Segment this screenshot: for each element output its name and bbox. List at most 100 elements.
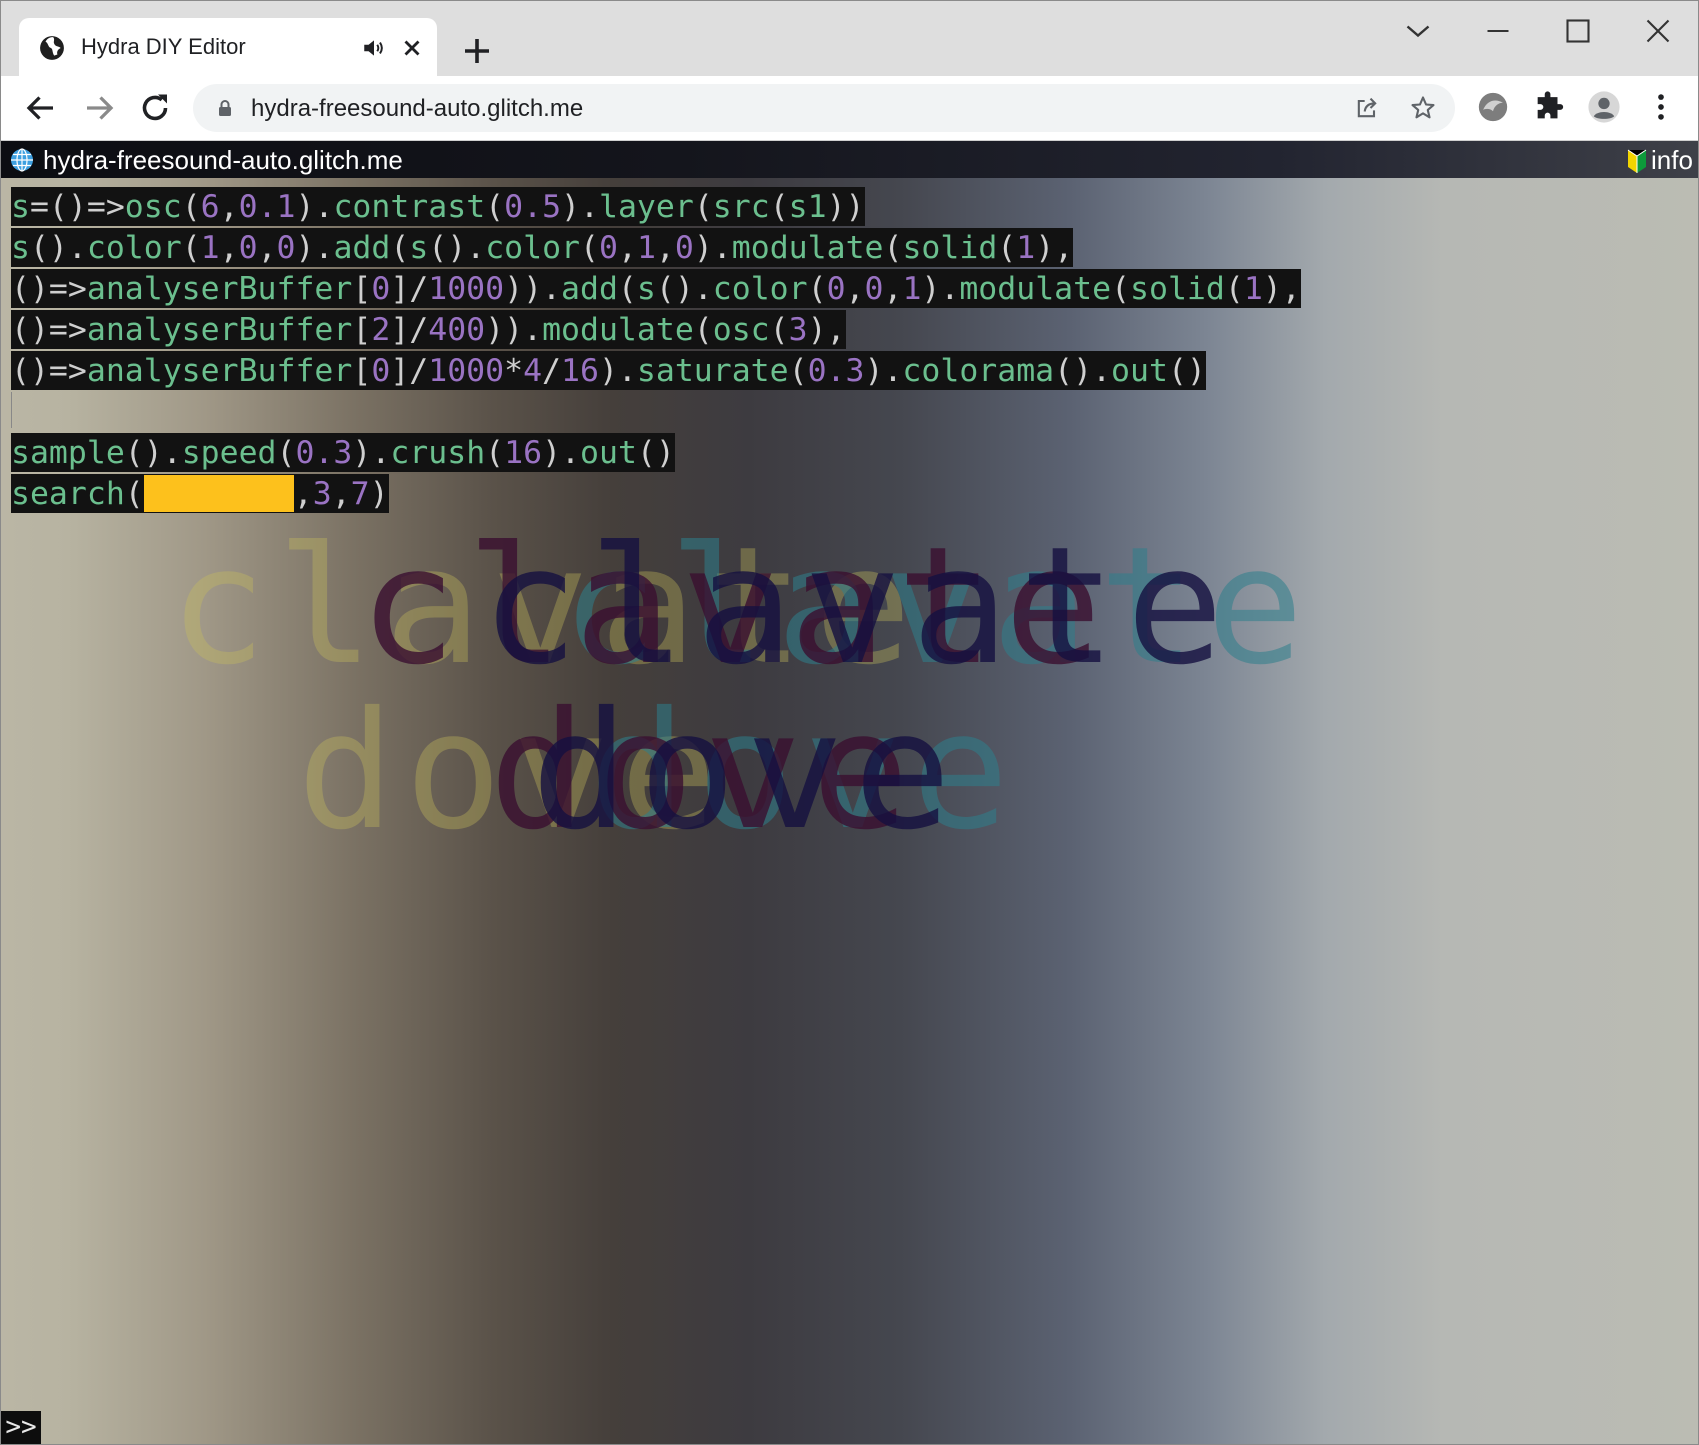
code-token: (	[788, 353, 808, 389]
tab-title: Hydra DIY Editor	[81, 34, 246, 59]
code-token: s1	[788, 189, 827, 225]
code-token: ),	[807, 312, 846, 348]
code-token: 3	[788, 312, 808, 348]
extensions-icon[interactable]	[1532, 90, 1566, 124]
code-token: (	[807, 271, 827, 307]
code-token: 1000	[428, 353, 505, 389]
code-token: *	[504, 353, 524, 389]
info-link[interactable]: info	[1651, 145, 1693, 176]
hydra-canvas[interactable]: hydra-freesound-auto.glitch.me info clav…	[1, 141, 1698, 1444]
code-token: (	[769, 312, 789, 348]
code-line[interactable]: ()=>analyserBuffer[2]/400)).modulate(osc…	[11, 310, 1301, 351]
site-header: hydra-freesound-auto.glitch.me info	[1, 141, 1698, 178]
code-token: ).	[864, 353, 903, 389]
code-token: add	[561, 271, 618, 307]
code-token: layer	[598, 189, 694, 225]
code-token: 1	[1243, 271, 1263, 307]
close-icon[interactable]	[399, 35, 425, 61]
code-token: 0	[674, 230, 694, 266]
code-line[interactable]: ()=>analyserBuffer[0]/1000)).add(s().col…	[11, 269, 1301, 310]
code-token: ),	[1262, 271, 1301, 307]
code-token: modulate	[959, 271, 1112, 307]
code-token: s	[11, 189, 30, 225]
code-token: ).	[598, 353, 637, 389]
code-token: 2	[371, 312, 391, 348]
url-text: hydra-freesound-auto.glitch.me	[251, 95, 584, 122]
code-token: ()=>	[11, 353, 87, 389]
code-token: (	[276, 435, 296, 471]
code-token: 0.1	[238, 189, 296, 225]
code-token: add	[333, 230, 391, 266]
code-token: ().	[1054, 353, 1112, 389]
code-token: ,	[845, 271, 865, 307]
code-token: s	[11, 230, 30, 266]
tab-hydra[interactable]: Hydra DIY Editor	[19, 18, 437, 76]
code-token: ).	[295, 230, 334, 266]
code-token: (	[390, 230, 410, 266]
share-icon[interactable]	[1353, 94, 1381, 122]
code-line-highlight: search(,3,7)	[11, 474, 389, 513]
code-token: solid	[902, 230, 998, 266]
reload-icon[interactable]	[137, 90, 173, 126]
code-token: crush	[390, 435, 486, 471]
code-editor[interactable]: s=()=>osc(6,0.1).contrast(0.5).layer(src…	[11, 187, 1301, 515]
minimize-icon[interactable]	[1480, 13, 1516, 49]
lock-icon[interactable]	[215, 98, 235, 118]
avatar-icon[interactable]	[1587, 90, 1621, 124]
toggle-editor-button[interactable]: >>	[1, 1411, 41, 1444]
maximize-icon[interactable]	[1560, 13, 1596, 49]
code-token: contrast	[333, 189, 486, 225]
code-token: color	[86, 230, 182, 266]
code-token: [	[352, 312, 372, 348]
code-token: search	[11, 476, 125, 512]
window-close-icon[interactable]	[1640, 13, 1676, 49]
code-token: 0.3	[295, 435, 353, 471]
code-line[interactable]: search(,3,7)	[11, 474, 1301, 515]
code-line-highlight: ()=>analyserBuffer[2]/400)).modulate(osc…	[11, 310, 846, 349]
code-line[interactable]: sample().speed(0.3).crush(16).out()	[11, 433, 1301, 474]
code-token: ,	[293, 476, 313, 512]
code-token: 16	[561, 353, 599, 389]
code-token: 0	[371, 353, 391, 389]
audio-icon[interactable]	[361, 35, 387, 61]
code-token: 7	[350, 476, 370, 512]
plus-icon[interactable]	[459, 33, 495, 69]
code-token: (	[580, 230, 599, 266]
code-token: ).	[542, 435, 581, 471]
code-token: (	[485, 189, 505, 225]
back-icon[interactable]	[23, 90, 59, 126]
code-token: 1	[902, 271, 922, 307]
code-token: ().	[29, 230, 87, 266]
browser-window: Hydra DIY Editor hydra-freesound-auto.gl…	[0, 0, 1699, 1445]
profile-sync-icon[interactable]	[1476, 90, 1510, 124]
search-query-highlight	[143, 475, 294, 512]
globe-icon	[11, 148, 33, 172]
code-token: /	[542, 353, 562, 389]
code-line[interactable]	[11, 392, 1301, 433]
forward-icon[interactable]	[81, 90, 117, 126]
code-line[interactable]: ()=>analyserBuffer[0]/1000*4/16).saturat…	[11, 351, 1301, 392]
beginner-icon	[1627, 149, 1647, 173]
code-token: ),	[1035, 230, 1074, 266]
code-token: s	[636, 271, 656, 307]
code-token: 3	[312, 476, 332, 512]
star-icon[interactable]	[1409, 94, 1437, 122]
code-token: (	[124, 476, 144, 512]
code-token: ().	[655, 271, 713, 307]
code-token: (	[181, 189, 201, 225]
code-line-highlight: s=()=>osc(6,0.1).contrast(0.5).layer(src…	[11, 187, 865, 226]
code-token: analyserBuffer	[86, 271, 353, 307]
menu-icon[interactable]	[1644, 90, 1678, 124]
code-token: ).	[561, 189, 599, 225]
code-line[interactable]: s().color(1,0,0).add(s().color(0,1,0).mo…	[11, 228, 1301, 269]
code-token: modulate	[542, 312, 694, 348]
address-bar[interactable]: hydra-freesound-auto.glitch.me	[193, 84, 1455, 132]
code-token: [	[352, 271, 372, 307]
code-token: src	[712, 189, 770, 225]
chevron-down-icon[interactable]	[1400, 13, 1436, 49]
code-token: modulate	[731, 230, 884, 266]
code-token: ]/	[390, 353, 429, 389]
code-token: ).	[693, 230, 732, 266]
code-line[interactable]: s=()=>osc(6,0.1).contrast(0.5).layer(src…	[11, 187, 1301, 228]
code-token: speed	[181, 435, 277, 471]
